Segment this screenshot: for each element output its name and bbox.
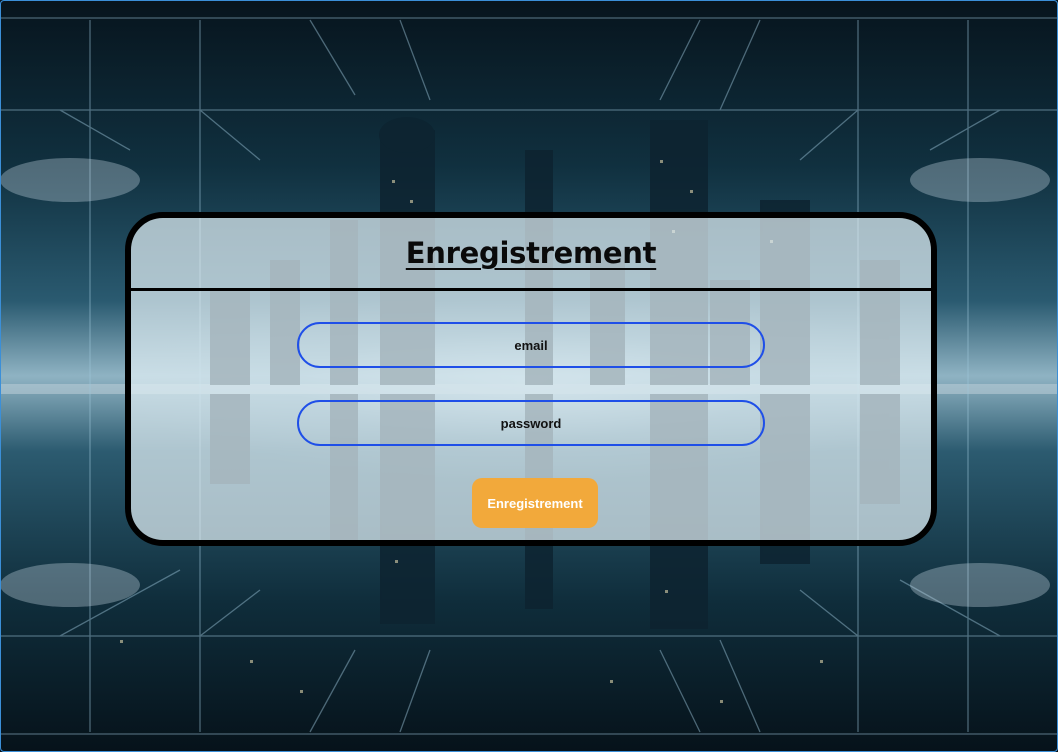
page-title: Enregistrement xyxy=(405,236,657,270)
email-field[interactable] xyxy=(297,322,765,368)
registration-card: Enregistrement Enregistrement xyxy=(125,212,937,546)
card-header: Enregistrement xyxy=(131,218,931,291)
password-field[interactable] xyxy=(297,400,765,446)
page-background: Enregistrement Enregistrement xyxy=(0,0,1058,752)
register-button[interactable]: Enregistrement xyxy=(472,478,598,528)
